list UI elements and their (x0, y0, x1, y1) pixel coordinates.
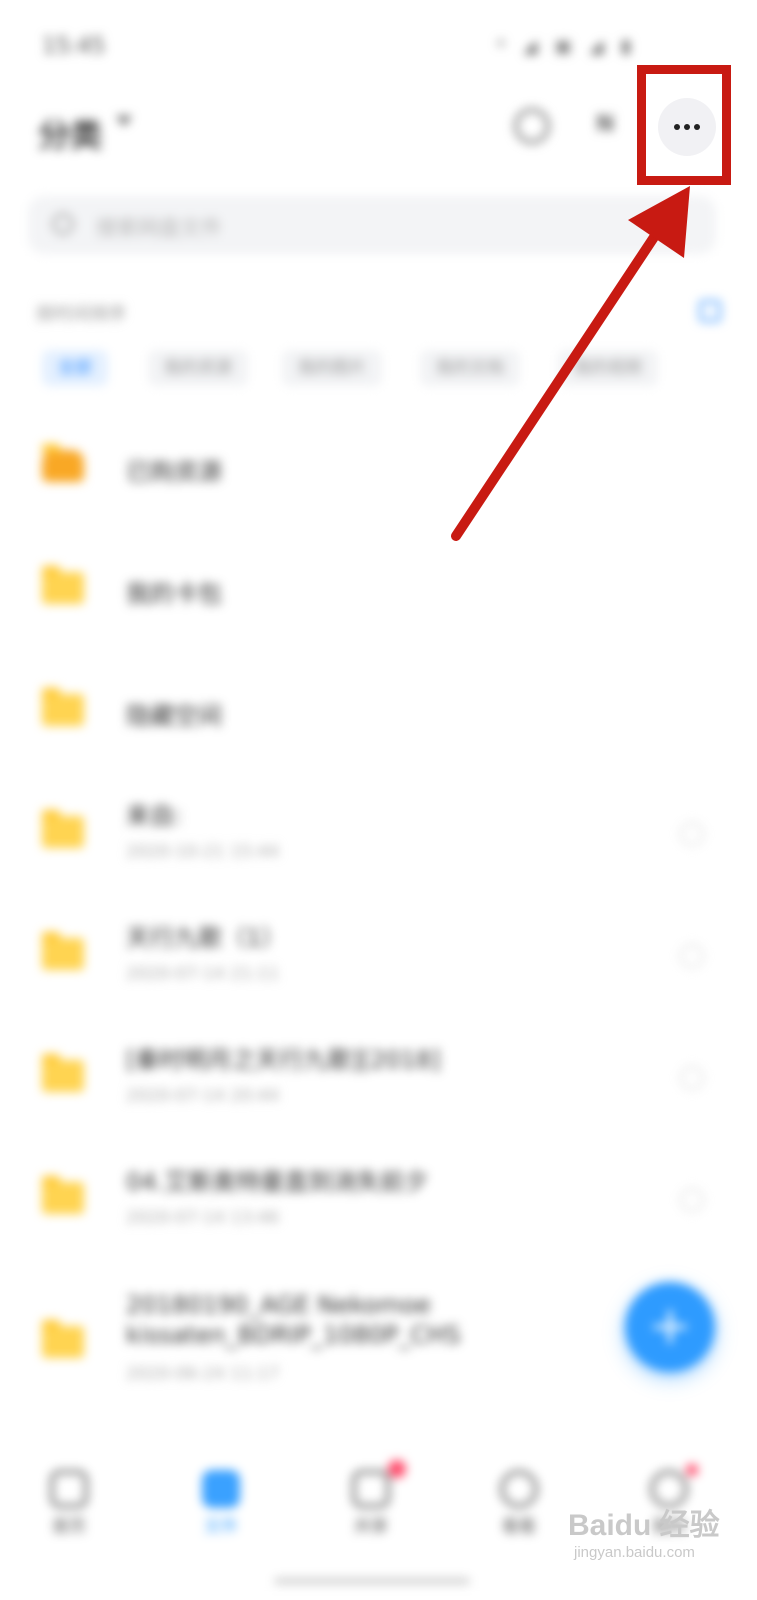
watermark: Baidu 经验 jingyan.baidu.com (568, 1500, 720, 1561)
watermark-sub: jingyan.baidu.com (574, 1544, 695, 1561)
annotation-arrow (451, 186, 690, 541)
watermark-logo: Baidu 经验 (568, 1509, 720, 1542)
